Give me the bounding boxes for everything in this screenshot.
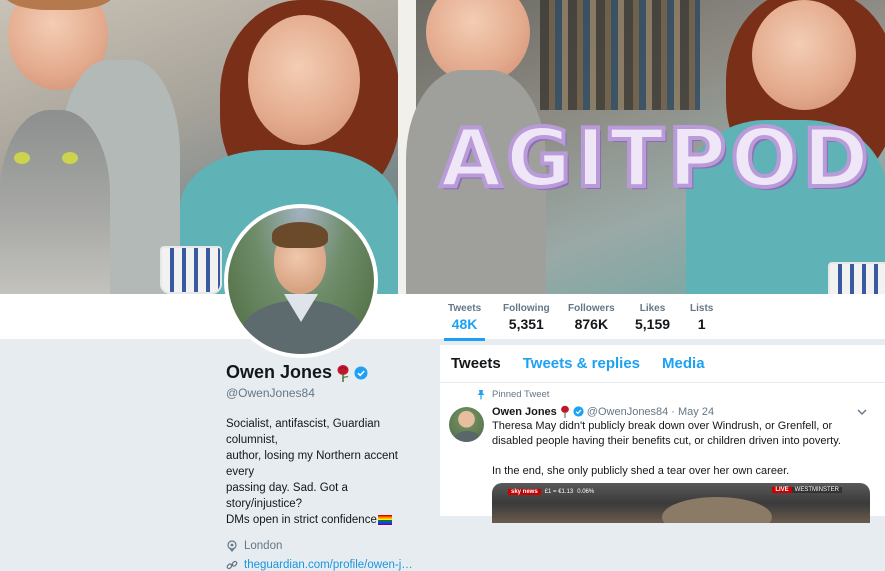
- media-ticker-brand: sky news: [508, 488, 541, 495]
- tweet-paragraph: Theresa May didn't publicly break down o…: [492, 420, 841, 447]
- stat-value: 876K: [574, 316, 609, 332]
- location-row: London: [226, 540, 426, 552]
- stat-label: Lists: [690, 303, 714, 314]
- timeline-tabs: Tweets Tweets & replies Media: [440, 345, 885, 383]
- banner-cat: [0, 110, 110, 294]
- bio-line: author, losing my Northern accent every: [226, 450, 398, 478]
- website-row: theguardian.com/profile/owen-j…: [226, 559, 426, 571]
- stat-label: Tweets: [448, 303, 482, 314]
- stat-label: Following: [503, 303, 550, 314]
- stat-label: Likes: [639, 303, 666, 314]
- tab-media[interactable]: Media: [662, 355, 705, 372]
- pinned-label: Pinned Tweet: [492, 389, 550, 400]
- profile-handle[interactable]: @OwenJones84: [226, 386, 426, 400]
- rose-icon: [337, 364, 349, 382]
- banner-person-face: [248, 15, 360, 145]
- location-pin-icon: [227, 540, 237, 552]
- banner-mug: [828, 262, 885, 294]
- profile-name-row: Owen Jones: [226, 362, 426, 383]
- stat-following[interactable]: Following 5,351: [503, 303, 550, 332]
- stat-lists[interactable]: Lists 1: [690, 303, 713, 332]
- media-live-badge: LIVE WESTMINSTER: [772, 487, 842, 493]
- profile-card: Owen Jones @OwenJones84 Socialist, antif…: [226, 362, 426, 571]
- cat-eye: [62, 152, 78, 164]
- link-icon: [226, 560, 238, 570]
- tweet-author-handle[interactable]: @OwenJones84: [587, 406, 669, 418]
- tweet-avatar[interactable]: [449, 407, 484, 442]
- header-banner[interactable]: AGITPOD: [0, 0, 885, 294]
- stat-label: Followers: [568, 303, 615, 314]
- avatar-hair: [272, 222, 328, 248]
- tweet-header: Owen Jones @OwenJones84 · May 24: [492, 405, 885, 418]
- profile-name[interactable]: Owen Jones: [226, 362, 332, 383]
- tweet-text: Theresa May didn't publicly break down o…: [492, 419, 862, 479]
- banner-bookshelf: [540, 0, 700, 110]
- media-location-label: WESTMINSTER: [791, 487, 842, 493]
- stat-value: 48K: [451, 316, 478, 332]
- chevron-down-icon[interactable]: [857, 409, 867, 416]
- verified-badge-icon: [573, 406, 584, 417]
- banner-person-face: [752, 0, 856, 110]
- tweet-author-name[interactable]: Owen Jones: [492, 406, 557, 418]
- tab-tweets[interactable]: Tweets: [451, 355, 501, 372]
- rose-icon: [560, 405, 569, 418]
- stat-tweets[interactable]: Tweets 48K: [443, 303, 486, 341]
- banner-mug: [160, 246, 222, 294]
- stat-followers[interactable]: Followers 876K: [568, 303, 615, 332]
- media-live-label: LIVE: [772, 487, 792, 493]
- stat-value: 1: [697, 316, 706, 332]
- bio-line: passing day. Sad. Got a story/injustice?: [226, 482, 348, 510]
- media-ticker-fx: £1 = €1.13: [544, 488, 574, 495]
- tab-tweets-and-replies[interactable]: Tweets & replies: [523, 355, 640, 372]
- bio-line-with-flag: DMs open in strict confidence: [226, 512, 422, 528]
- profile-website-link[interactable]: theguardian.com/profile/owen-j…: [244, 559, 413, 571]
- profile-avatar[interactable]: [224, 204, 378, 358]
- media-ticker-change: 0.06%: [577, 488, 595, 495]
- stat-likes[interactable]: Likes 5,159: [635, 303, 670, 332]
- verified-badge-icon: [354, 366, 368, 379]
- cat-eye: [14, 152, 30, 164]
- bio-line: DMs open in strict confidence: [226, 514, 377, 526]
- timeline: Tweets Tweets & replies Media Pinned Twe…: [440, 345, 885, 523]
- stat-value: 5,159: [635, 316, 671, 332]
- tweet-paragraph: In the end, she only publicly shed a tea…: [492, 465, 790, 477]
- bio-line: Socialist, antifascist, Guardian columni…: [226, 418, 381, 446]
- profile-nav: Tweets 48K Following 5,351 Followers 876…: [0, 294, 885, 341]
- pinned-tweet[interactable]: Pinned Tweet Owen Jones @OwenJones84 · M…: [440, 383, 885, 479]
- tweet-media-preview[interactable]: sky news £1 = €1.13 0.06% LIVE WESTMINST…: [492, 483, 870, 523]
- stat-value: 5,351: [508, 316, 544, 332]
- pin-icon: [477, 390, 485, 400]
- rainbow-flag-icon: [377, 515, 392, 525]
- pinned-label-row: Pinned Tweet: [476, 389, 885, 400]
- media-subject: [662, 497, 772, 523]
- media-ticker: sky news £1 = €1.13 0.06%: [508, 487, 594, 496]
- tweet-date[interactable]: · May 24: [671, 406, 714, 418]
- profile-location: London: [244, 540, 283, 552]
- banner-overlay-text: AGITPOD: [438, 110, 873, 207]
- profile-bio: Socialist, antifascist, Guardian columni…: [226, 416, 422, 528]
